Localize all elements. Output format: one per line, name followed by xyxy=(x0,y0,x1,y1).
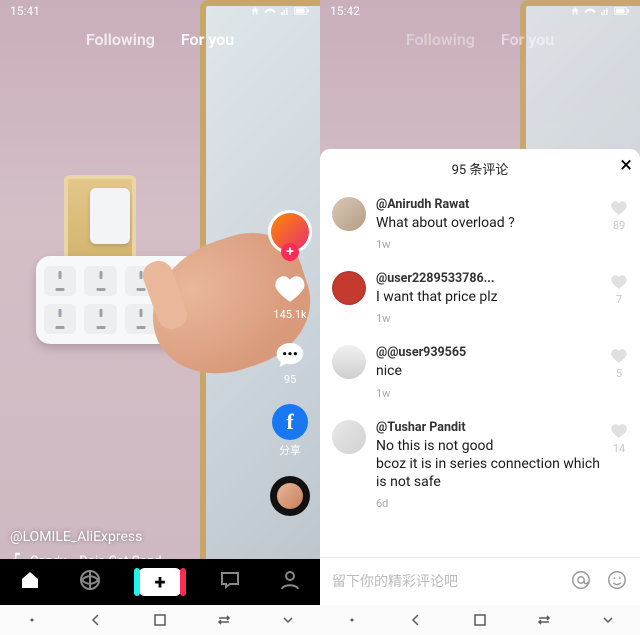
nav-discover-icon[interactable] xyxy=(78,568,102,596)
nav-inbox-icon[interactable] xyxy=(218,568,242,596)
emoji-icon[interactable] xyxy=(606,569,628,595)
comment-user[interactable]: @@user939565 xyxy=(376,345,600,360)
avatar[interactable] xyxy=(332,420,366,454)
comment-button[interactable]: 95 xyxy=(274,339,306,386)
avatar[interactable] xyxy=(332,197,366,231)
sys-back-icon[interactable] xyxy=(88,612,104,628)
status-time: 15:42 xyxy=(330,4,360,18)
comment-row: @Anirudh Rawat What about overload ? 1w … xyxy=(332,187,628,261)
status-bar: 15:42 xyxy=(320,0,640,22)
sys-back-icon[interactable] xyxy=(408,612,424,628)
comment-time: 1w xyxy=(376,312,600,325)
system-nav xyxy=(320,605,640,635)
sys-home-icon[interactable] xyxy=(152,612,168,628)
feed-tabs: Following For you xyxy=(0,30,320,49)
sound-disc[interactable] xyxy=(270,476,310,516)
sys-recent-icon[interactable] xyxy=(536,612,552,628)
comment-like-count: 89 xyxy=(613,219,625,232)
tab-following[interactable]: Following xyxy=(406,30,475,49)
comment-text: I want that price plz xyxy=(376,288,600,306)
comment-time: 6d xyxy=(376,497,600,510)
author-caption[interactable]: @LOMILE_AliExpress xyxy=(10,529,142,545)
comment-user[interactable]: @user2289533786... xyxy=(376,271,600,286)
sys-home-icon[interactable] xyxy=(472,612,488,628)
author-avatar[interactable]: + xyxy=(268,210,312,254)
comment-text: What about overload ? xyxy=(376,214,600,232)
comments-header: 95 条评论 × xyxy=(320,149,640,187)
status-time: 15:41 xyxy=(10,4,40,18)
comment-user[interactable]: @Tushar Pandit xyxy=(376,420,600,435)
comment-text: No this is not good bcoz it is in series… xyxy=(376,437,600,492)
comment-row: @user2289533786... I want that price plz… xyxy=(332,261,628,335)
system-nav xyxy=(0,605,320,635)
tab-for-you[interactable]: For you xyxy=(501,30,554,49)
sys-menu-icon[interactable] xyxy=(24,612,40,628)
close-icon[interactable]: × xyxy=(620,155,632,177)
comments-list[interactable]: @Anirudh Rawat What about overload ? 1w … xyxy=(320,187,640,557)
status-bar: 15:41 xyxy=(0,0,320,22)
like-count: 145.1k xyxy=(273,308,306,321)
comment-icon xyxy=(274,339,306,371)
avatar[interactable] xyxy=(332,345,366,379)
comments-title: 95 条评论 xyxy=(452,159,509,178)
comments-panel: 95 条评论 × @Anirudh Rawat What about overl… xyxy=(320,149,640,605)
heart-outline-icon xyxy=(610,199,628,217)
like-button[interactable]: 145.1k xyxy=(273,272,307,321)
avatar[interactable] xyxy=(332,271,366,305)
nav-profile-icon[interactable] xyxy=(278,568,302,596)
comment-like-count: 5 xyxy=(616,367,622,380)
facebook-icon: f xyxy=(272,404,308,440)
comment-input-bar xyxy=(320,557,640,605)
mention-icon[interactable] xyxy=(570,569,592,595)
heart-icon xyxy=(273,272,307,306)
sys-down-icon[interactable] xyxy=(600,612,616,628)
sys-recent-icon[interactable] xyxy=(216,612,232,628)
comment-text: nice xyxy=(376,362,600,380)
status-icons xyxy=(250,6,310,16)
phone-right: 15:42 Following For you 评论区 95 条评论 × xyxy=(320,0,640,635)
share-label: 分享 xyxy=(279,442,301,458)
comment-row: @Tushar Pandit No this is not good bcoz … xyxy=(332,410,628,521)
heart-outline-icon xyxy=(610,422,628,440)
status-icons xyxy=(570,6,630,16)
comment-like-button[interactable]: 7 xyxy=(610,271,628,325)
comment-row: @@user939565 nice 1w 5 xyxy=(332,335,628,409)
comment-time: 1w xyxy=(376,238,600,251)
comment-like-button[interactable]: 14 xyxy=(610,420,628,511)
heart-outline-icon xyxy=(610,273,628,291)
bottom-nav: + xyxy=(0,559,320,605)
phone-left: 15:41 Following For you + 145.1k xyxy=(0,0,320,635)
nav-create-button[interactable]: + xyxy=(138,568,182,596)
share-button[interactable]: f 分享 xyxy=(272,404,308,458)
sys-menu-icon[interactable] xyxy=(344,612,360,628)
comment-like-count: 7 xyxy=(616,293,622,306)
comment-count: 95 xyxy=(284,373,296,386)
comment-like-count: 14 xyxy=(613,442,625,455)
feed-tabs: Following For you xyxy=(320,30,640,49)
comment-like-button[interactable]: 5 xyxy=(610,345,628,399)
sys-down-icon[interactable] xyxy=(280,612,296,628)
comment-input[interactable] xyxy=(332,574,556,590)
heart-outline-icon xyxy=(610,347,628,365)
comment-time: 1w xyxy=(376,387,600,400)
tab-following[interactable]: Following xyxy=(86,30,155,49)
comment-user[interactable]: @Anirudh Rawat xyxy=(376,197,600,212)
tab-for-you[interactable]: For you xyxy=(181,30,234,49)
action-rail: + 145.1k 95 f 分享 xyxy=(268,210,312,516)
nav-home-icon[interactable] xyxy=(18,568,42,596)
follow-plus-icon[interactable]: + xyxy=(281,243,299,261)
comment-like-button[interactable]: 89 xyxy=(610,197,628,251)
